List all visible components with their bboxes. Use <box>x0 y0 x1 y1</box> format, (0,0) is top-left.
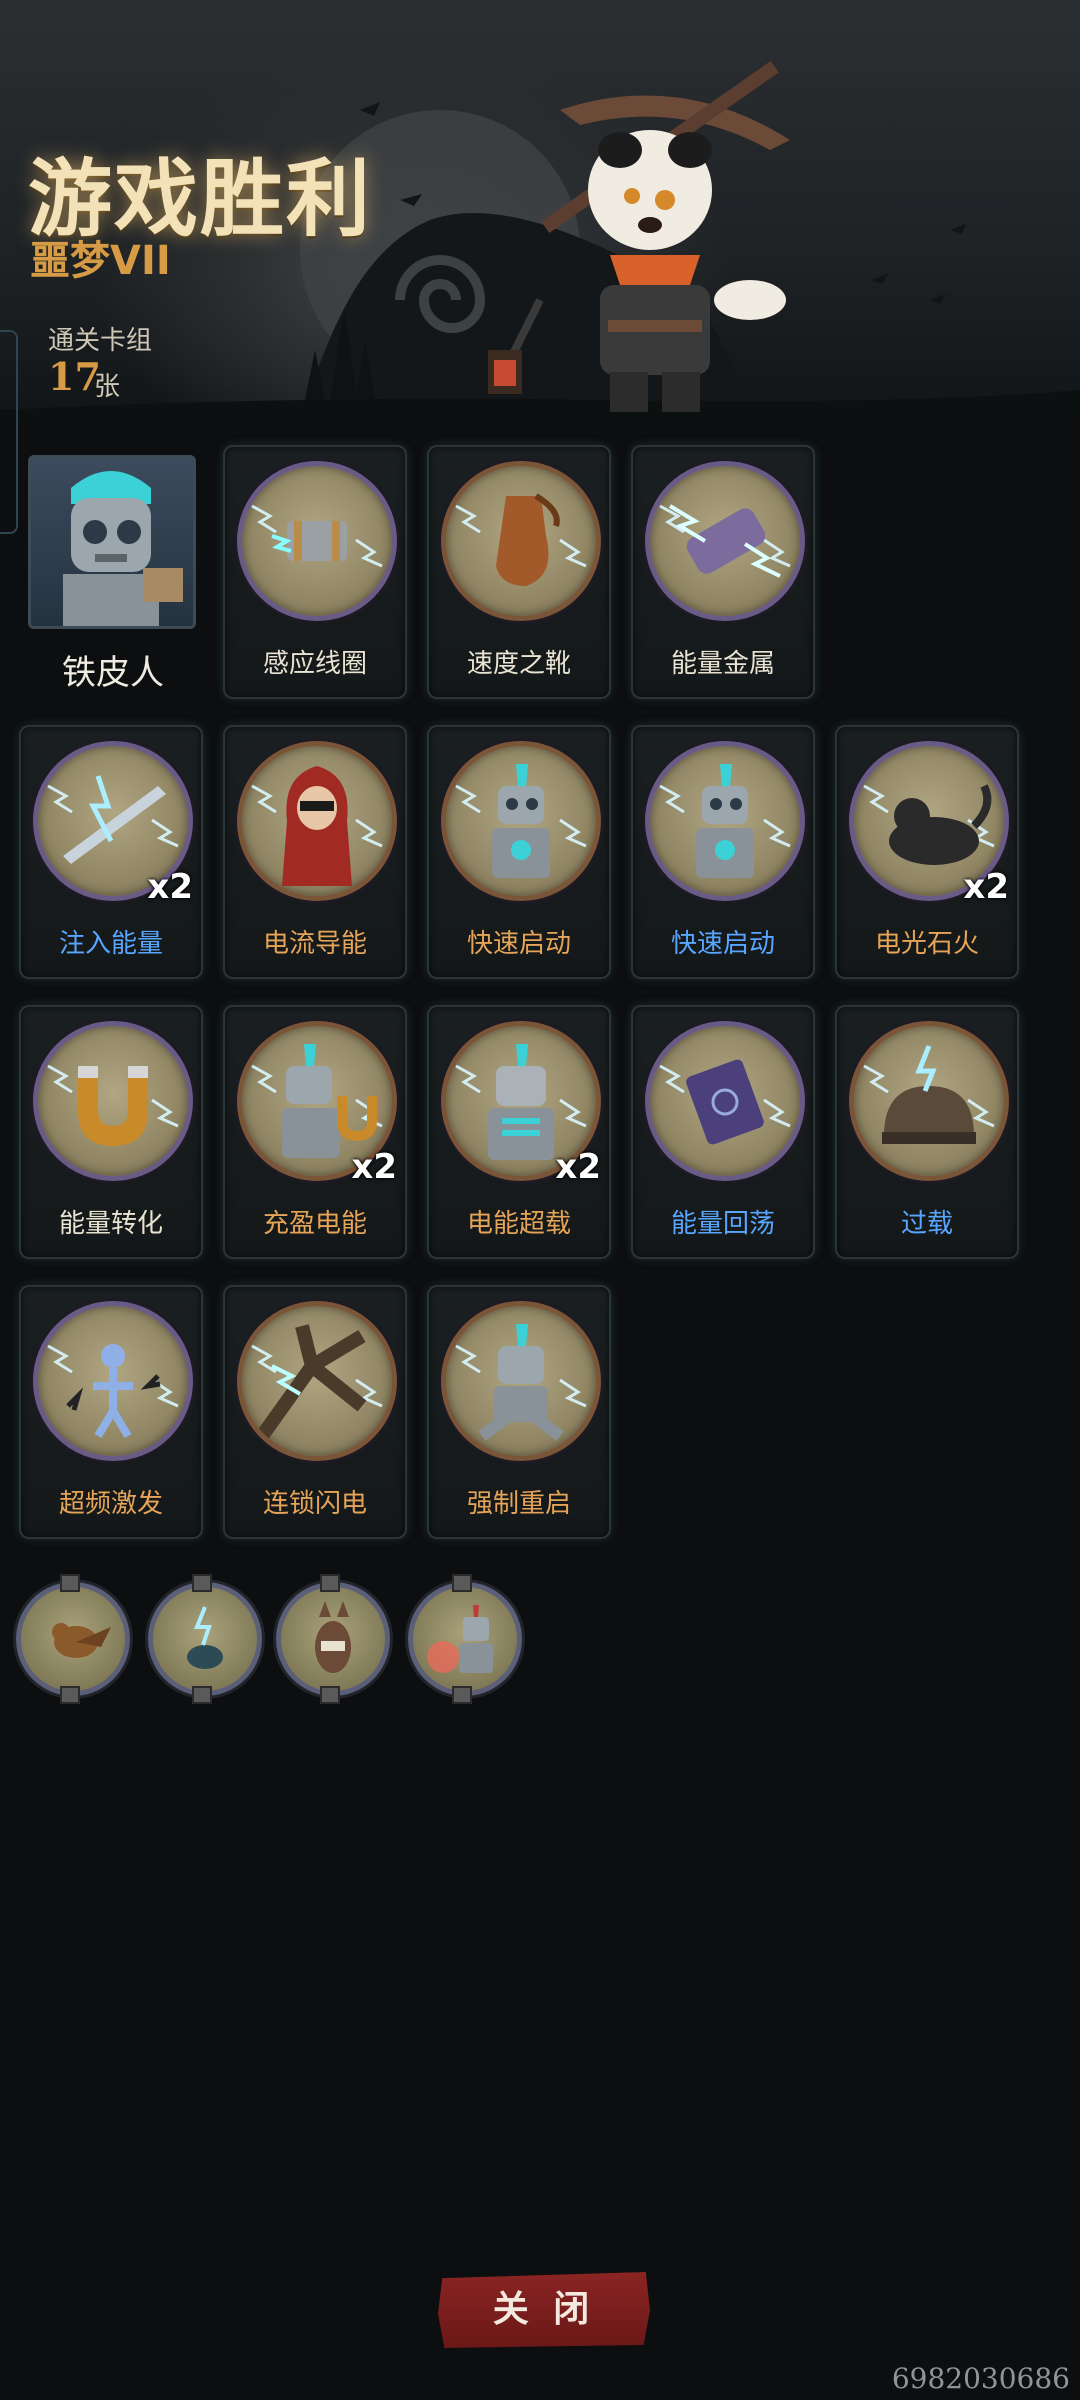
card-art <box>441 741 601 901</box>
card-item[interactable]: x2 充盈电能 <box>223 1005 407 1259</box>
hero-name: 铁皮人 <box>62 653 164 693</box>
card-art <box>237 461 397 621</box>
tin-man-portrait-icon <box>63 471 183 626</box>
victory-banner: 游戏胜利 噩梦VII 通关卡组 17 张 <box>0 0 1080 420</box>
robot-shooting-icon <box>427 1605 493 1673</box>
card-label: 注入能量 <box>58 929 163 959</box>
card-item[interactable]: 快速启动 <box>427 725 611 979</box>
side-tab[interactable] <box>0 330 18 534</box>
deck-count: 17 <box>48 354 101 399</box>
card-art <box>645 741 805 901</box>
card-multiplier: x2 <box>555 1147 601 1187</box>
hero-portrait[interactable] <box>28 455 196 629</box>
card-art <box>33 1021 193 1181</box>
card-label: 充盈电能 <box>262 1209 367 1239</box>
card-label: 超频激发 <box>58 1489 163 1519</box>
card-item[interactable]: 能量转化 <box>19 1005 203 1259</box>
card-art <box>441 461 601 621</box>
card-label: 电能超载 <box>466 1209 571 1239</box>
card-item[interactable]: 过载 <box>835 1005 1019 1259</box>
relic-peg <box>60 1686 80 1704</box>
card-label: 能量转化 <box>58 1209 163 1239</box>
relic-peg <box>320 1574 340 1592</box>
relic-peg <box>320 1686 340 1704</box>
card-art <box>33 1301 193 1461</box>
relic-peg <box>192 1686 212 1704</box>
card-lightning-icon <box>659 1059 791 1145</box>
robot-icon <box>659 764 791 878</box>
card-item[interactable]: x2 电能超载 <box>427 1005 611 1259</box>
card-label: 电光石火 <box>874 929 979 959</box>
card-item[interactable]: 速度之靴 <box>427 445 611 699</box>
hooded-figure-icon <box>251 766 383 886</box>
card-item[interactable]: 快速启动 <box>631 725 815 979</box>
relic-peg <box>60 1574 80 1592</box>
lightning-pot-icon <box>187 1606 223 1669</box>
magnet-icon <box>47 1064 179 1146</box>
card-label: 过载 <box>900 1209 953 1239</box>
difficulty-label: 噩梦VII <box>30 238 171 284</box>
card-label: 强制重启 <box>466 1489 571 1519</box>
card-item[interactable]: x2 注入能量 <box>19 725 203 979</box>
deck-label: 通关卡组 <box>48 326 153 356</box>
close-button[interactable]: 关 闭 <box>438 2272 650 2348</box>
relic-item[interactable] <box>276 1582 390 1696</box>
card-label: 感应线圈 <box>262 649 367 679</box>
card-label: 速度之靴 <box>466 649 571 679</box>
boot-icon <box>455 493 587 586</box>
deck-unit: 张 <box>94 372 121 402</box>
relic-peg <box>452 1574 472 1592</box>
card-label: 快速启动 <box>670 929 775 959</box>
card-art <box>441 1301 601 1461</box>
robot-sitting-icon <box>455 1324 587 1441</box>
dome-icon <box>863 1045 995 1144</box>
card-item[interactable]: 强制重启 <box>427 1285 611 1539</box>
card-item[interactable]: 能量回荡 <box>631 1005 815 1259</box>
card-label: 能量回荡 <box>670 1209 775 1239</box>
relic-item[interactable] <box>16 1582 130 1696</box>
card-multiplier: x2 <box>147 867 193 907</box>
card-multiplier: x2 <box>351 1147 397 1187</box>
metal-bar-icon <box>659 504 791 578</box>
card-item[interactable]: 电流导能 <box>223 725 407 979</box>
card-label: 连锁闪电 <box>262 1489 367 1519</box>
card-art <box>237 1301 397 1461</box>
bird-icon <box>52 1623 111 1658</box>
card-art <box>237 741 397 901</box>
card-item[interactable]: 连锁闪电 <box>223 1285 407 1539</box>
wolf-icon <box>315 1601 351 1673</box>
relic-item[interactable] <box>408 1582 522 1696</box>
tree-lightning-icon <box>251 1324 383 1441</box>
card-item[interactable]: 能量金属 <box>631 445 815 699</box>
relic-peg <box>192 1574 212 1592</box>
card-art <box>645 1021 805 1181</box>
card-item[interactable]: 感应线圈 <box>223 445 407 699</box>
robot-icon <box>455 764 587 878</box>
card-art <box>645 461 805 621</box>
card-label: 快速启动 <box>466 929 571 959</box>
relic-peg <box>452 1686 472 1704</box>
relic-item[interactable] <box>148 1582 262 1696</box>
card-label: 能量金属 <box>670 649 775 679</box>
coil-icon <box>251 504 383 568</box>
card-item[interactable]: x2 电光石火 <box>835 725 1019 979</box>
card-multiplier: x2 <box>963 867 1009 907</box>
serial-number: 6982030686 <box>891 2362 1070 2395</box>
card-item[interactable]: 超频激发 <box>19 1285 203 1539</box>
card-label: 电流导能 <box>262 929 367 959</box>
lightning-figure-icon <box>47 1344 179 1439</box>
card-art <box>849 1021 1009 1181</box>
